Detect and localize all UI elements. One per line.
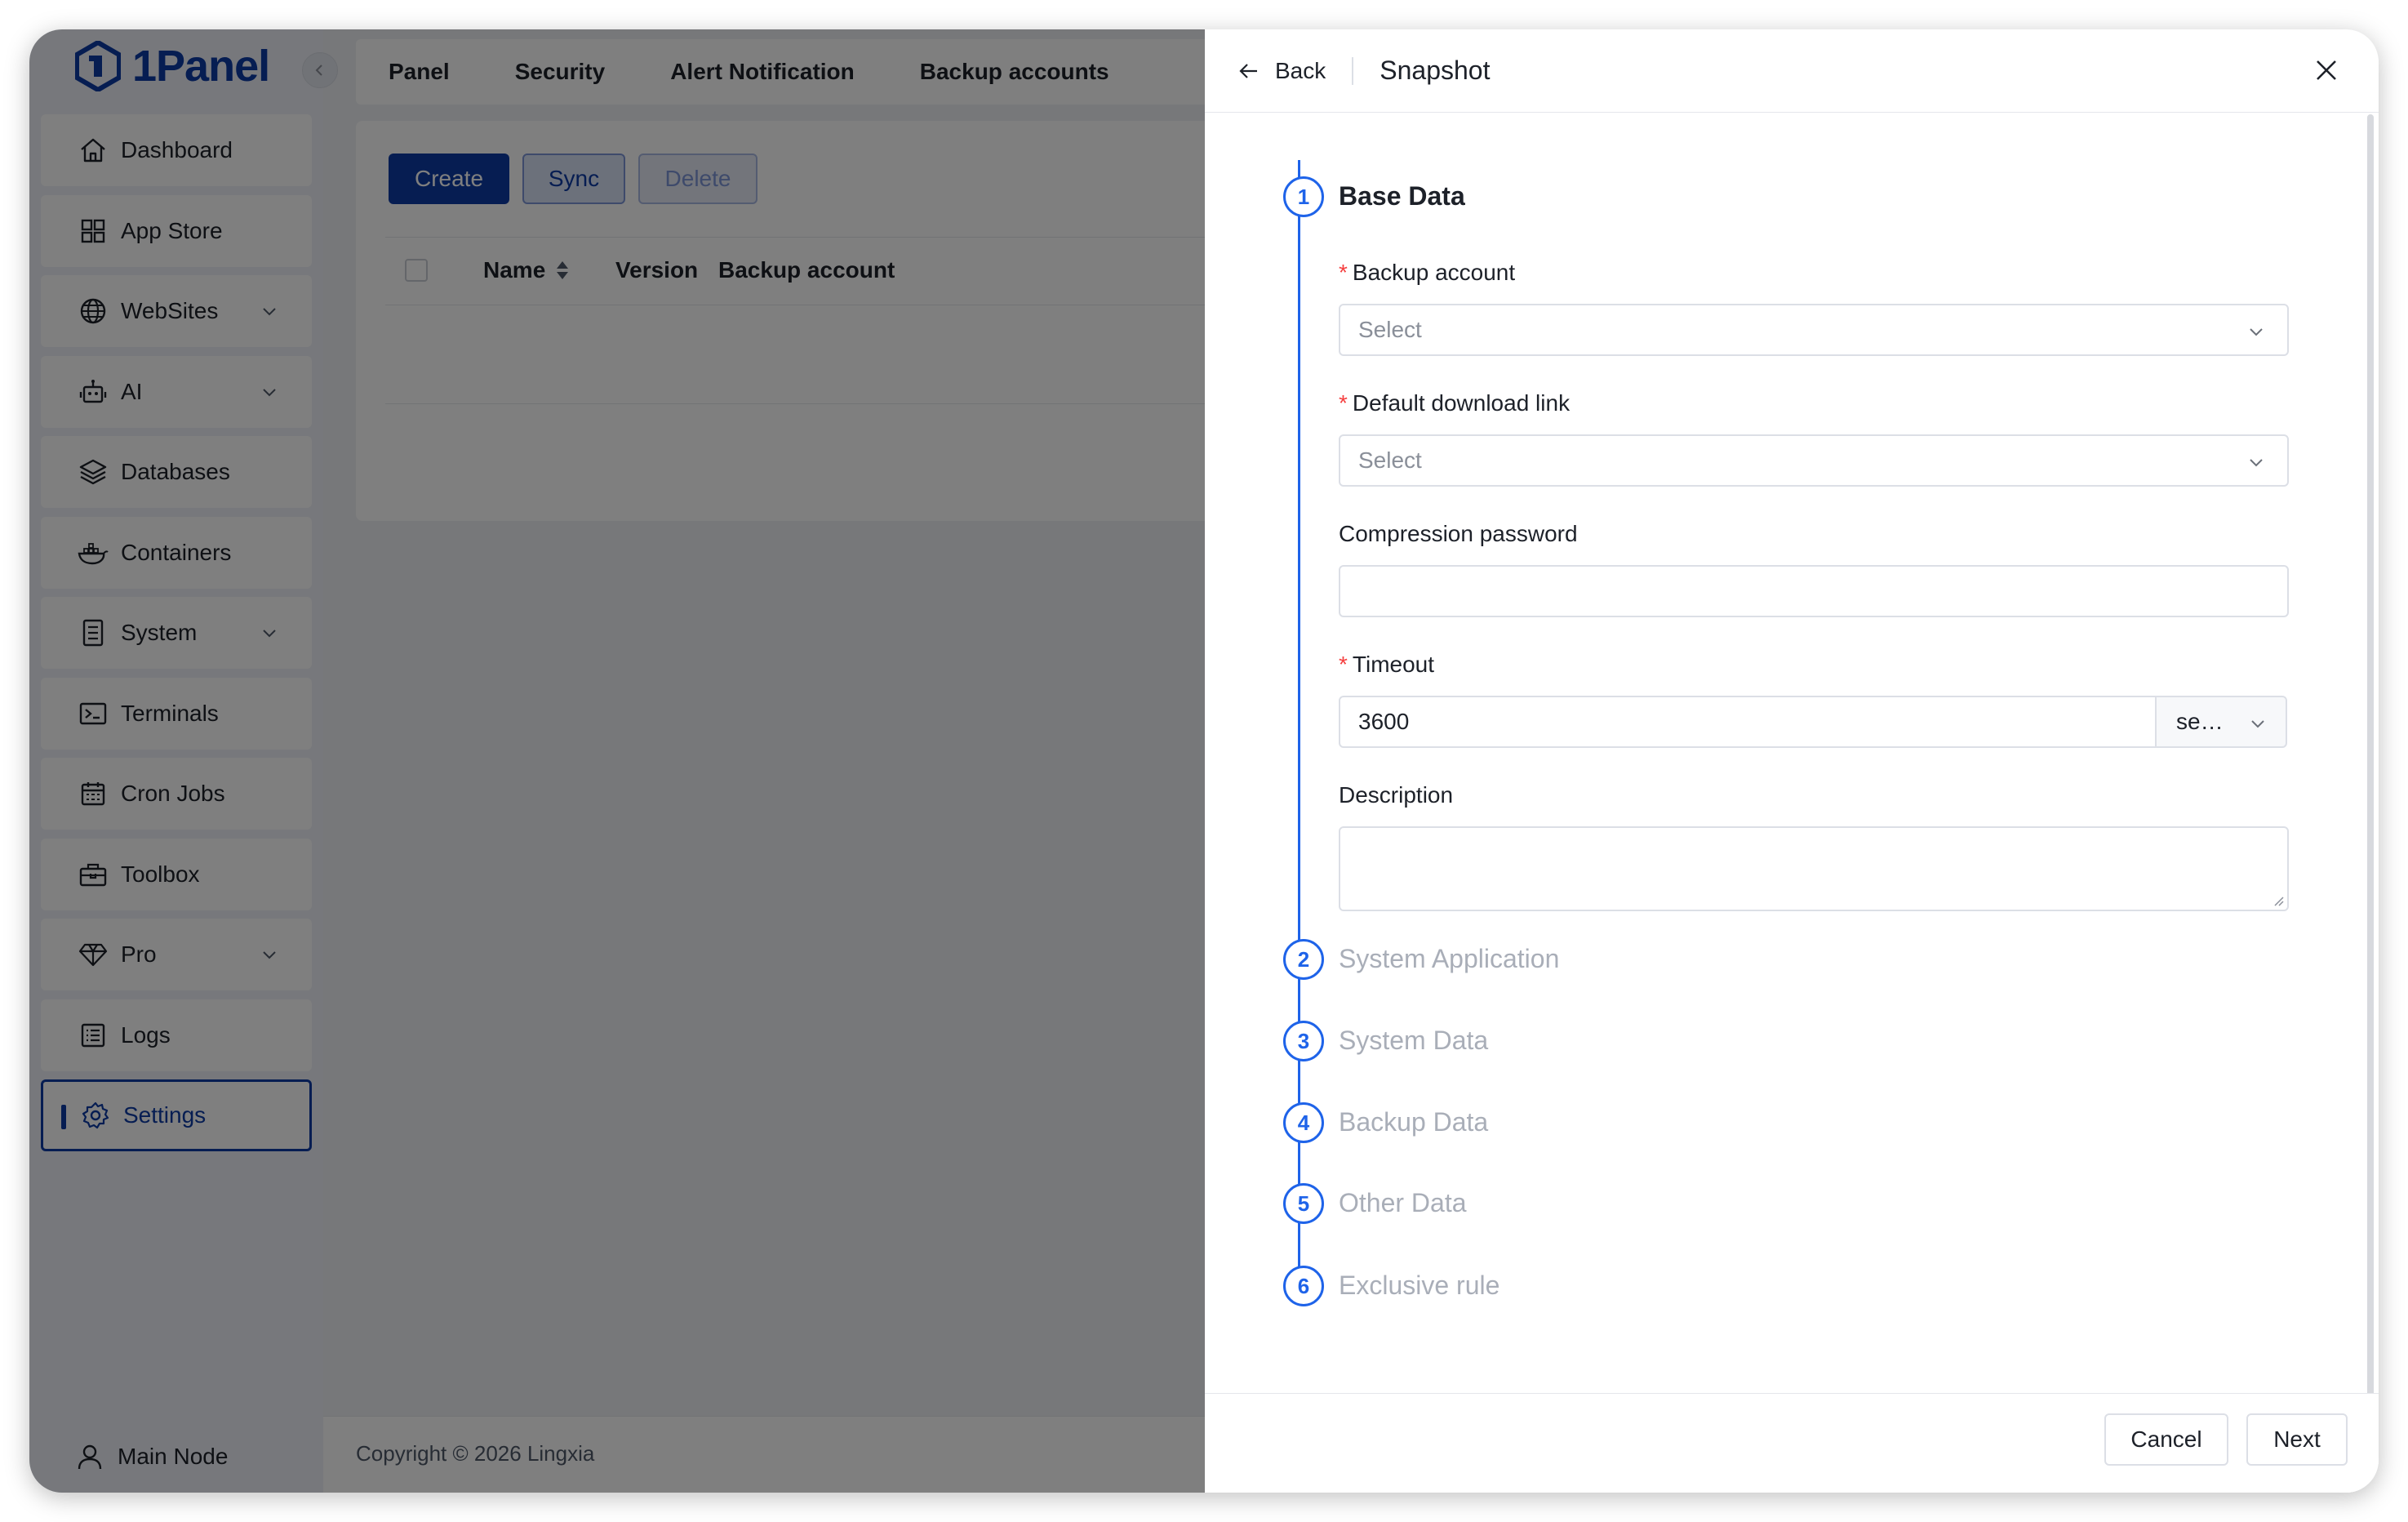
drawer-scrollbar[interactable]	[2367, 114, 2374, 1404]
close-icon	[2317, 60, 2336, 80]
app-window: 1Panel Dashboard App Store WebSites AI	[29, 29, 2379, 1493]
timeout-input[interactable]: 3600	[1339, 696, 2157, 748]
step-6-title[interactable]: Exclusive rule	[1339, 1271, 1499, 1301]
download-link-placeholder: Select	[1358, 447, 1422, 473]
arrow-left-icon	[1239, 63, 1257, 78]
backup-account-label: * Backup account	[1339, 260, 1516, 285]
timeout-value: 3600	[1358, 709, 1410, 734]
timeout-unit-value: se…	[2176, 709, 2224, 734]
close-button[interactable]	[2310, 54, 2343, 87]
chevron-down-icon	[2251, 720, 2264, 728]
step-4-indicator: 4	[1283, 1102, 1324, 1143]
backup-account-select[interactable]: Select	[1339, 304, 2289, 356]
cancel-button[interactable]: Cancel	[2104, 1413, 2228, 1466]
resize-handle-icon[interactable]	[2272, 895, 2284, 906]
modal-overlay[interactable]	[29, 29, 1205, 1493]
download-link-label: * Default download link	[1339, 390, 1571, 416]
drawer-header: Back Snapshot	[1205, 29, 2379, 113]
drawer-title: Snapshot	[1379, 56, 1491, 85]
step-2-title[interactable]: System Application	[1339, 944, 1559, 974]
step-1-title: Base Data	[1339, 181, 1465, 211]
next-button[interactable]: Next	[2246, 1413, 2348, 1466]
backup-account-placeholder: Select	[1358, 317, 1422, 342]
step-1-indicator: 1	[1283, 176, 1324, 217]
description-textarea[interactable]	[1339, 826, 2289, 911]
compression-password-input[interactable]	[1339, 565, 2289, 617]
chevron-down-icon	[2250, 328, 2263, 336]
compression-password-label: Compression password	[1339, 521, 1578, 546]
timeout-label: * Timeout	[1339, 652, 1435, 677]
step-5-indicator: 5	[1283, 1183, 1324, 1224]
back-label: Back	[1275, 57, 1326, 83]
description-label: Description	[1339, 782, 1454, 808]
chevron-down-icon	[2250, 459, 2263, 467]
step-3-title[interactable]: System Data	[1339, 1026, 1488, 1056]
back-button[interactable]: Back	[1237, 58, 1326, 84]
drawer-footer: Cancel Next	[1205, 1393, 2379, 1493]
download-link-select[interactable]: Select	[1339, 434, 2289, 487]
timeout-unit-select[interactable]: se…	[2155, 696, 2287, 748]
step-2-indicator: 2	[1283, 939, 1324, 980]
step-5-title[interactable]: Other Data	[1339, 1188, 1467, 1218]
step-4-title[interactable]: Backup Data	[1339, 1107, 1488, 1137]
header-divider	[1352, 56, 1354, 85]
step-6-indicator: 6	[1283, 1266, 1324, 1306]
step-3-indicator: 3	[1283, 1021, 1324, 1061]
